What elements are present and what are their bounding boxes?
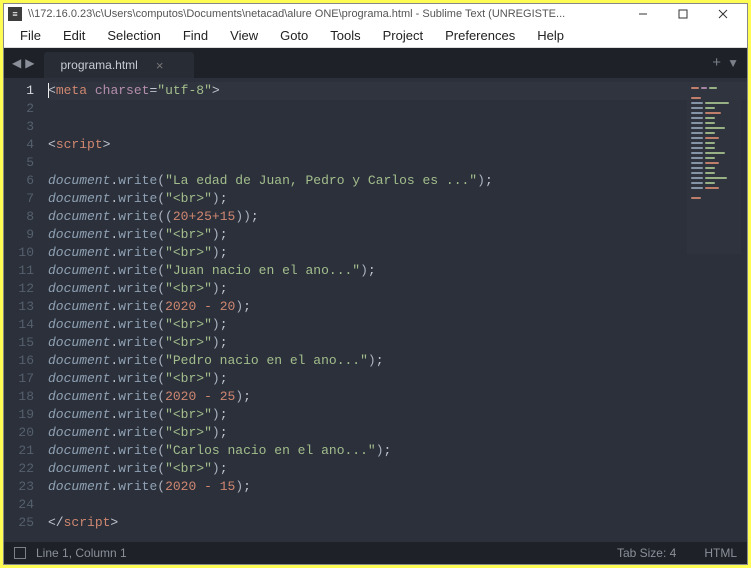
line-number: 9 — [10, 226, 34, 244]
line-number: 14 — [10, 316, 34, 334]
tab-next-icon[interactable]: ▶ — [23, 56, 36, 70]
code-line[interactable]: document.write("Carlos nacio en el ano..… — [48, 442, 747, 460]
code-line[interactable]: document.write("<br>"); — [48, 370, 747, 388]
line-number: 22 — [10, 460, 34, 478]
code-line[interactable] — [48, 100, 747, 118]
menu-goto[interactable]: Goto — [270, 26, 318, 45]
code-line[interactable]: document.write("<br>"); — [48, 226, 747, 244]
app-icon: ≡ — [8, 7, 22, 21]
line-number: 15 — [10, 334, 34, 352]
code-line[interactable]: <script> — [48, 136, 747, 154]
line-number: 8 — [10, 208, 34, 226]
code-line[interactable]: document.write("La edad de Juan, Pedro y… — [48, 172, 747, 190]
code-line[interactable]: document.write(2020 - 20); — [48, 298, 747, 316]
code-area[interactable]: <meta charset="utf-8"> <script> document.w… — [44, 78, 747, 542]
line-number: 11 — [10, 262, 34, 280]
menu-project[interactable]: Project — [373, 26, 433, 45]
tab-dropdown-icon[interactable]: ▼ — [727, 56, 739, 70]
line-number: 7 — [10, 190, 34, 208]
status-tabsize[interactable]: Tab Size: 4 — [617, 546, 676, 560]
editor[interactable]: 1234567891011121314151617181920212223242… — [4, 78, 747, 542]
line-number: 3 — [10, 118, 34, 136]
line-number: 19 — [10, 406, 34, 424]
line-number: 25 — [10, 514, 34, 532]
menu-selection[interactable]: Selection — [97, 26, 170, 45]
code-line[interactable]: document.write(2020 - 15); — [48, 478, 747, 496]
line-number: 23 — [10, 478, 34, 496]
line-number: 20 — [10, 424, 34, 442]
tab-nav: ◀ ▶ — [10, 48, 44, 78]
line-number: 12 — [10, 280, 34, 298]
code-line[interactable]: document.write(2020 - 25); — [48, 388, 747, 406]
minimize-button[interactable] — [623, 4, 663, 24]
status-position[interactable]: Line 1, Column 1 — [36, 546, 127, 560]
line-number: 2 — [10, 100, 34, 118]
app-window: ≡ \\172.16.0.23\c\Users\computos\Documen… — [3, 3, 748, 565]
tab-active[interactable]: programa.html × — [44, 52, 194, 78]
code-line[interactable] — [48, 154, 747, 172]
code-line[interactable]: document.write("<br>"); — [48, 280, 747, 298]
code-line[interactable]: document.write("<br>"); — [48, 424, 747, 442]
line-number: 6 — [10, 172, 34, 190]
code-line[interactable]: document.write("<br>"); — [48, 334, 747, 352]
code-line[interactable]: <meta charset="utf-8"> — [48, 82, 747, 100]
code-line[interactable]: document.write("Juan nacio en el ano..."… — [48, 262, 747, 280]
tab-add-icon[interactable]: + — [712, 54, 721, 71]
code-line[interactable]: document.write("<br>"); — [48, 190, 747, 208]
line-number: 18 — [10, 388, 34, 406]
menu-help[interactable]: Help — [527, 26, 574, 45]
statusbar: Line 1, Column 1 Tab Size: 4 HTML — [4, 542, 747, 564]
line-number: 16 — [10, 352, 34, 370]
code-line[interactable]: document.write((20+25+15)); — [48, 208, 747, 226]
code-line[interactable]: document.write("<br>"); — [48, 316, 747, 334]
line-number: 17 — [10, 370, 34, 388]
menu-file[interactable]: File — [10, 26, 51, 45]
code-line[interactable]: </script> — [48, 514, 747, 532]
menu-edit[interactable]: Edit — [53, 26, 95, 45]
code-line[interactable]: document.write("Pedro nacio en el ano...… — [48, 352, 747, 370]
menu-tools[interactable]: Tools — [320, 26, 370, 45]
line-number: 24 — [10, 496, 34, 514]
menu-preferences[interactable]: Preferences — [435, 26, 525, 45]
code-line[interactable]: document.write("<br>"); — [48, 406, 747, 424]
code-line[interactable] — [48, 496, 747, 514]
line-number: 4 — [10, 136, 34, 154]
minimap[interactable] — [687, 84, 741, 254]
menu-find[interactable]: Find — [173, 26, 218, 45]
maximize-button[interactable] — [663, 4, 703, 24]
code-line[interactable] — [48, 118, 747, 136]
tabbar: ◀ ▶ programa.html × + ▼ — [4, 48, 747, 78]
tab-prev-icon[interactable]: ◀ — [10, 56, 23, 70]
line-number: 5 — [10, 154, 34, 172]
window-title: \\172.16.0.23\c\Users\computos\Documents… — [28, 8, 623, 20]
line-number: 13 — [10, 298, 34, 316]
tab-close-icon[interactable]: × — [156, 58, 164, 73]
line-number: 1 — [10, 82, 34, 100]
titlebar: ≡ \\172.16.0.23\c\Users\computos\Documen… — [4, 4, 747, 24]
status-syntax[interactable]: HTML — [704, 546, 737, 560]
menubar: File Edit Selection Find View Goto Tools… — [4, 24, 747, 48]
line-number: 21 — [10, 442, 34, 460]
line-number: 10 — [10, 244, 34, 262]
close-button[interactable] — [703, 4, 743, 24]
code-line[interactable]: document.write("<br>"); — [48, 460, 747, 478]
code-line[interactable]: document.write("<br>"); — [48, 244, 747, 262]
tab-label: programa.html — [60, 58, 137, 72]
menu-view[interactable]: View — [220, 26, 268, 45]
gutter: 1234567891011121314151617181920212223242… — [4, 78, 44, 542]
window-controls — [623, 4, 743, 24]
panel-switcher-icon[interactable] — [14, 547, 26, 559]
